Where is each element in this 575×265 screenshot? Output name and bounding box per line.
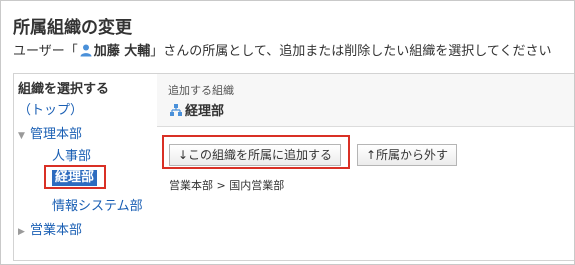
- current-membership: 営業本部 > 国内営業部: [169, 179, 285, 192]
- remove-from-membership-button[interactable]: ↑所属から外す: [357, 144, 458, 166]
- selected-org: 経理部: [169, 100, 224, 119]
- selected-org-name: 経理部: [185, 104, 225, 119]
- page-title: 所属組織の変更: [13, 18, 132, 38]
- tree-item-top[interactable]: （トップ）: [18, 99, 83, 118]
- description: ユーザー「 加藤 大輔 」さんの所属として、追加または削除したい組織を選択してく…: [13, 40, 573, 59]
- tree-item-joho-system[interactable]: 情報システム部: [52, 195, 143, 214]
- add-to-membership-button[interactable]: ↓この組織を所属に追加する: [169, 144, 342, 166]
- tree-item-keiri-selected[interactable]: 経理部: [52, 170, 98, 186]
- action-buttons: ↓この組織を所属に追加する ↑所属から外す: [157, 132, 574, 172]
- org-tree-panel: 組織を選択する （トップ） ▼ 管理本部 人事部 経理部 情報システム部 ▶ 営業本…: [13, 73, 158, 261]
- dialog-frame: 所属組織の変更 ユーザー「 加藤 大輔 」さんの所属として、追加または削除したい…: [0, 0, 575, 265]
- selected-org-header: 追加する組織 経理部: [157, 74, 574, 127]
- membership-panel: 追加する組織 経理部 ↓この組織を所属に追加する ↑所属から外す 営業本部 > …: [157, 73, 574, 261]
- add-org-label: 追加する組織: [168, 84, 234, 97]
- desc-prefix: ユーザー「: [13, 44, 78, 59]
- user-icon: [80, 44, 92, 56]
- tree-item-eigyo-honbu[interactable]: ▶ 営業本部: [18, 219, 82, 238]
- user-name: 加藤 大輔: [93, 44, 151, 59]
- org-tree-heading: 組織を選択する: [18, 82, 110, 97]
- tree-item-kanri-honbu[interactable]: ▼ 管理本部: [18, 123, 82, 142]
- tree-item-jinji[interactable]: 人事部: [52, 145, 91, 164]
- selected-highlight-box: 経理部: [44, 165, 106, 189]
- org-tree-icon: [170, 103, 182, 116]
- desc-suffix: 」さんの所属として、追加または削除したい組織を選択してください: [150, 44, 552, 59]
- collapsed-triangle-icon[interactable]: ▶: [18, 227, 30, 237]
- expanded-triangle-icon[interactable]: ▼: [18, 131, 30, 141]
